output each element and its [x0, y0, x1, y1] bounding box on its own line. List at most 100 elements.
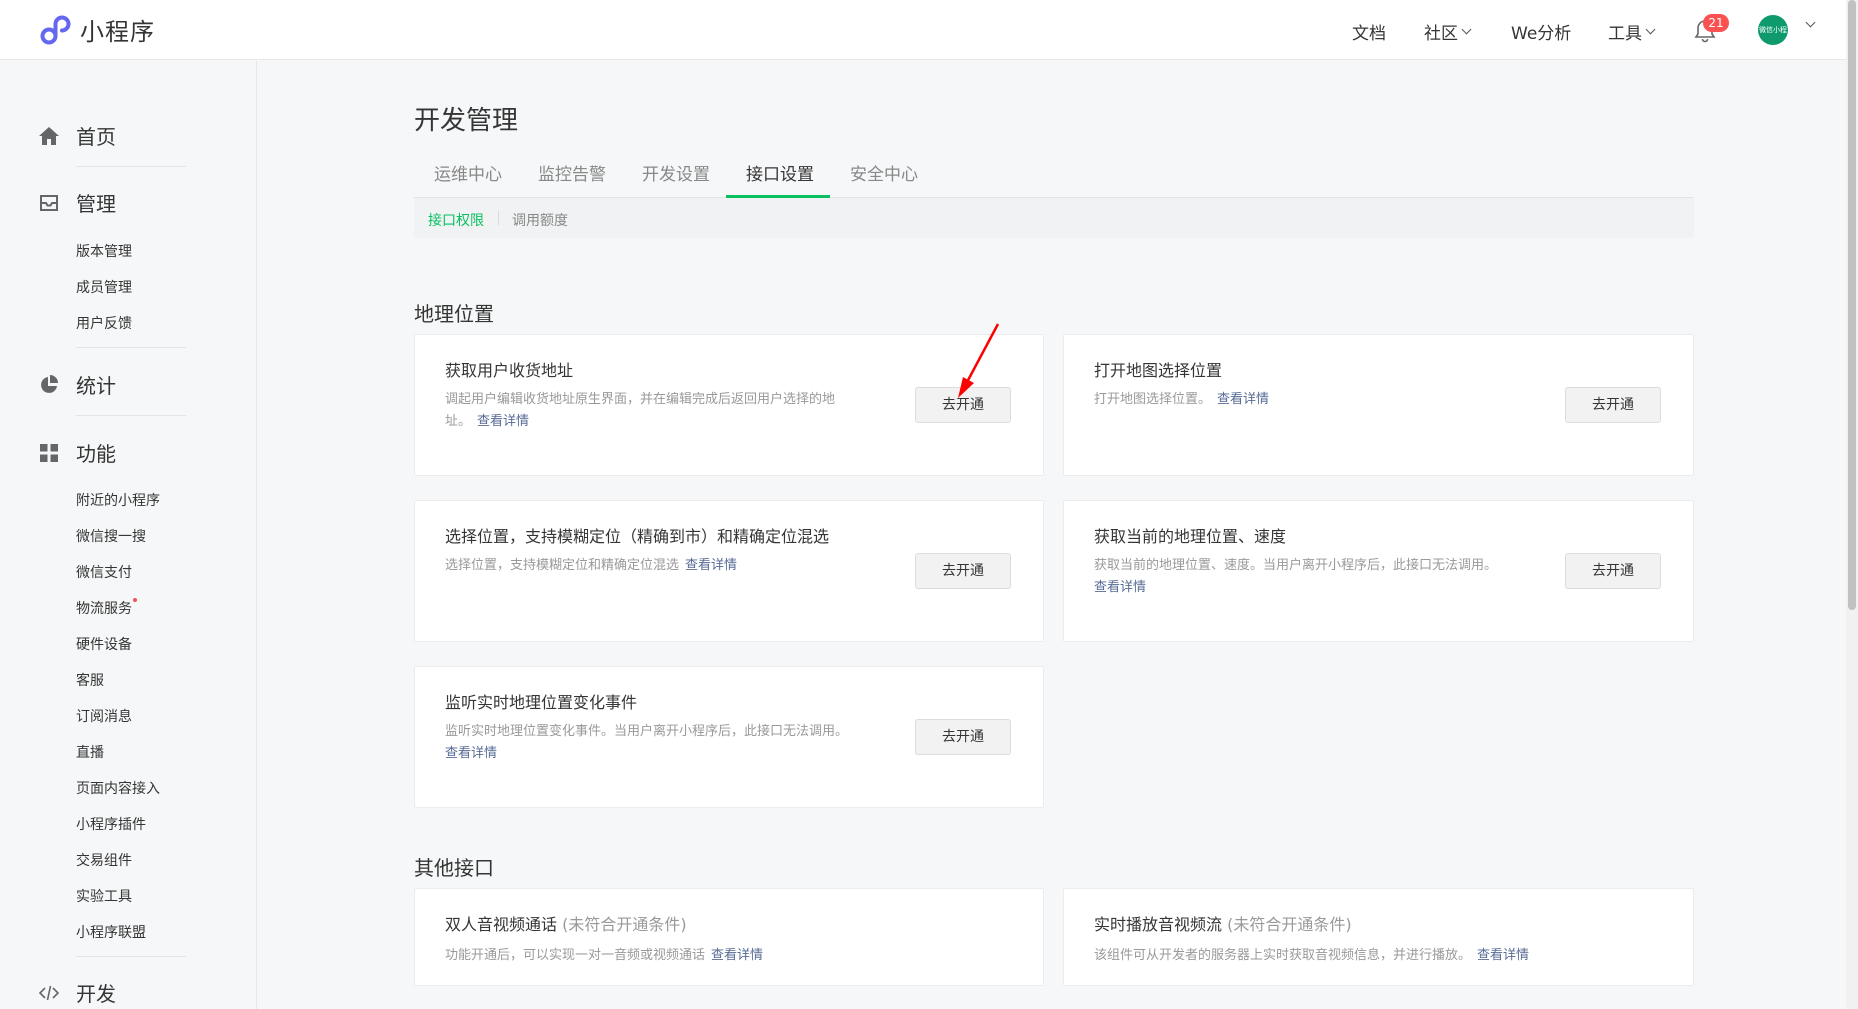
view-details-link[interactable]: 查看详情 — [711, 948, 763, 963]
nav-docs[interactable]: 文档 — [1352, 19, 1386, 44]
tab-security[interactable]: 安全中心 — [850, 160, 918, 198]
sidebar-item-label: 管理 — [76, 192, 116, 216]
section-title-other: 其他接口 — [414, 856, 494, 880]
sidebar-item-payment[interactable]: 微信支付 — [76, 562, 132, 582]
new-dot — [133, 598, 137, 602]
sidebar-item-page-content[interactable]: 页面内容接入 — [76, 778, 160, 798]
sidebar-item-logistics[interactable]: 物流服务 — [76, 598, 137, 618]
view-details-link[interactable]: 查看详情 — [1477, 948, 1529, 963]
tab-dev-settings[interactable]: 开发设置 — [642, 160, 710, 198]
api-card-desc: 该组件可从开发者的服务器上实时获取音视频信息，并进行播放。 查看详情 — [1094, 945, 1529, 967]
desc-text: 选择位置，支持模糊定位和精确定位混选 — [445, 558, 680, 573]
sidebar-divider — [76, 415, 186, 416]
nav-analytics[interactable]: We分析 — [1511, 19, 1571, 44]
grid-icon — [40, 443, 58, 462]
sidebar-item-subscribe[interactable]: 订阅消息 — [76, 706, 132, 726]
tab-monitor[interactable]: 监控告警 — [538, 160, 606, 198]
view-details-link[interactable]: 查看详情 — [1217, 392, 1269, 407]
avatar[interactable]: 微信小程序 — [1758, 15, 1788, 45]
chevron-down-icon — [1461, 24, 1472, 34]
chevron-down-icon — [1645, 24, 1656, 34]
sidebar-item-manage[interactable]: 管理 — [38, 188, 116, 217]
sidebar-item-label: 功能 — [76, 442, 116, 466]
api-card-title: 监听实时地理位置变化事件 — [445, 693, 638, 712]
api-card-title-text: 实时播放音视频流 — [1094, 915, 1223, 934]
annotation-arrow-icon — [958, 323, 1000, 398]
sidebar-item-trade[interactable]: 交易组件 — [76, 850, 132, 870]
desc-text: 获取当前的地理位置、速度。当用户离开小程序后，此接口无法调用。 — [1094, 558, 1498, 573]
chevron-down-icon[interactable] — [1805, 17, 1816, 28]
subtab-call-quota[interactable]: 调用额度 — [512, 210, 568, 230]
api-card: 打开地图选择位置 打开地图选择位置。 查看详情 去开通 — [1063, 334, 1694, 476]
sidebar-item-stats[interactable]: 统计 — [38, 370, 116, 399]
nav-community-label: 社区 — [1424, 24, 1458, 44]
desc-text: 调起用户编辑收货地址原生界面，并在编辑完成后返回用户选择的地 — [445, 392, 836, 407]
sidebar-item-hardware[interactable]: 硬件设备 — [76, 634, 132, 654]
notification-badge: 21 — [1703, 14, 1729, 32]
api-card-title: 获取当前的地理位置、速度 — [1094, 527, 1287, 546]
sidebar-item-label: 首页 — [76, 125, 116, 149]
desc-text: 功能开通后，可以实现一对一音频或视频通话 — [445, 948, 706, 963]
app-logo[interactable]: 小程序 — [38, 12, 155, 47]
api-card: 选择位置，支持模糊定位（精确到市）和精确定位混选 选择位置，支持模糊定位和精确定… — [414, 500, 1044, 642]
home-icon — [39, 126, 59, 145]
tab-ops[interactable]: 运维中心 — [434, 160, 502, 198]
sidebar-item-plugins[interactable]: 小程序插件 — [76, 814, 146, 834]
miniprogram-logo-icon — [40, 15, 71, 44]
activate-button[interactable]: 去开通 — [1565, 553, 1661, 589]
view-details-link[interactable]: 查看详情 — [445, 746, 497, 761]
view-details-link[interactable]: 查看详情 — [1094, 580, 1146, 595]
sidebar-item-label: 物流服务 — [76, 601, 132, 617]
api-card-title-text: 双人音视频通话 — [445, 915, 558, 934]
sidebar-item-version[interactable]: 版本管理 — [76, 241, 132, 261]
sidebar-divider — [76, 166, 186, 167]
tab-api-settings[interactable]: 接口设置 — [746, 160, 814, 198]
view-details-link[interactable]: 查看详情 — [477, 414, 529, 429]
page-scrollbar[interactable] — [1846, 0, 1858, 1009]
api-card-desc: 功能开通后，可以实现一对一音频或视频通话 查看详情 — [445, 945, 763, 967]
sidebar-divider — [76, 956, 186, 957]
sidebar-item-search[interactable]: 微信搜一搜 — [76, 526, 146, 546]
code-icon — [38, 985, 60, 1000]
nav-tools-label: 工具 — [1608, 24, 1642, 44]
sidebar-item-home[interactable]: 首页 — [38, 121, 116, 150]
sidebar-item-live[interactable]: 直播 — [76, 742, 104, 762]
subtab-api-permissions[interactable]: 接口权限 — [428, 210, 484, 230]
scrollbar-thumb[interactable] — [1848, 0, 1856, 610]
status-note: (未符合开通条件) — [1227, 915, 1352, 934]
view-details-link[interactable]: 查看详情 — [685, 558, 737, 573]
tab-bar: 运维中心 监控告警 开发设置 接口设置 安全中心 — [414, 160, 1694, 198]
subtab-bar: 接口权限 调用额度 — [414, 198, 1694, 238]
api-card-desc: 选择位置，支持模糊定位和精确定位混选 查看详情 — [445, 555, 737, 577]
sidebar-item-develop[interactable]: 开发 — [38, 978, 116, 1007]
sidebar-item-nearby[interactable]: 附近的小程序 — [76, 490, 160, 510]
sidebar-item-customer-service[interactable]: 客服 — [76, 670, 104, 690]
sidebar-divider — [76, 347, 186, 348]
api-card-title: 选择位置，支持模糊定位（精确到市）和精确定位混选 — [445, 527, 830, 546]
activate-button[interactable]: 去开通 — [915, 719, 1011, 755]
sidebar-item-feedback[interactable]: 用户反馈 — [76, 313, 132, 333]
page-title: 开发管理 — [414, 106, 519, 136]
nav-tools[interactable]: 工具 — [1608, 19, 1656, 44]
api-card-desc: 获取当前的地理位置、速度。当用户离开小程序后，此接口无法调用。 查看详情 — [1094, 555, 1544, 599]
nav-community[interactable]: 社区 — [1424, 19, 1472, 44]
activate-button[interactable]: 去开通 — [915, 553, 1011, 589]
activate-button[interactable]: 去开通 — [1565, 387, 1661, 423]
sidebar-item-lab[interactable]: 实验工具 — [76, 886, 132, 906]
api-card-title: 获取用户收货地址 — [445, 361, 574, 380]
sidebar-item-features[interactable]: 功能 — [38, 438, 116, 467]
sidebar-item-label: 统计 — [76, 374, 116, 398]
subtab-divider — [498, 211, 499, 225]
api-card-title: 打开地图选择位置 — [1094, 361, 1223, 380]
desc-text: 监听实时地理位置变化事件。当用户离开小程序后，此接口无法调用。 — [445, 724, 849, 739]
api-card: 获取当前的地理位置、速度 获取当前的地理位置、速度。当用户离开小程序后，此接口无… — [1063, 500, 1694, 642]
pie-chart-icon — [41, 374, 58, 393]
sidebar-item-members[interactable]: 成员管理 — [76, 277, 132, 297]
sidebar-item-label: 开发 — [76, 982, 116, 1006]
api-card-title: 双人音视频通话 (未符合开通条件) — [445, 911, 687, 935]
sidebar-item-alliance[interactable]: 小程序联盟 — [76, 922, 146, 942]
top-bar: 小程序 文档 社区 We分析 工具 21 微信小程序 — [0, 0, 1858, 60]
status-note: (未符合开通条件) — [562, 915, 687, 934]
desc-text: 址。 — [445, 414, 472, 429]
api-card-title: 实时播放音视频流 (未符合开通条件) — [1094, 911, 1352, 935]
